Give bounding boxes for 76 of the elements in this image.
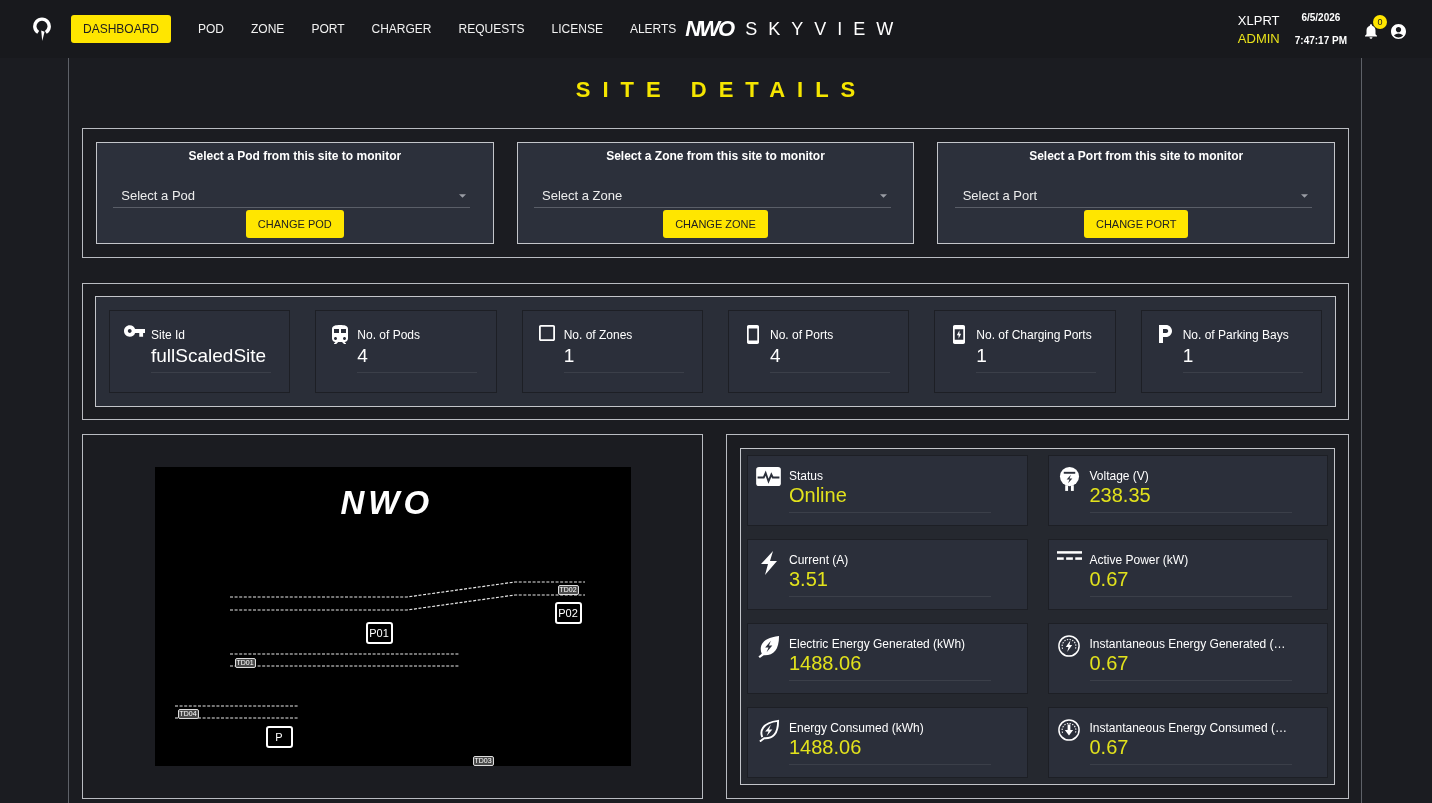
stat-value: 1 [563, 345, 684, 373]
metric-value: 238.35 [1089, 484, 1292, 513]
stat-value: 4 [770, 345, 890, 373]
stat-label: No. of Zones [563, 328, 634, 342]
account-icon[interactable] [1391, 23, 1406, 39]
user-name: XLPRT [1237, 12, 1280, 28]
page-title: SITE DETAILS [574, 76, 868, 103]
time-text: 7:47:17 PM [1294, 34, 1347, 47]
metric-label: Current (A) [789, 553, 850, 567]
metric-label: Voltage (V) [1089, 469, 1150, 483]
caret-icon [459, 193, 467, 198]
nav-tab[interactable]: LICENSE [551, 15, 603, 43]
lightning-bolt-icon [759, 551, 778, 575]
stat-value: 1 [1182, 345, 1303, 373]
caret-icon [1300, 193, 1308, 198]
stat-value: 4 [357, 345, 478, 373]
selector-title: Select a Zone from this site to monitor [606, 149, 825, 163]
selector-title: Select a Port from this site to monitor [1029, 149, 1244, 163]
logo-icon[interactable] [33, 17, 51, 41]
brand-logo: NWO [685, 18, 734, 40]
key-icon [123, 325, 145, 337]
selector-title: Select a Pod from this site to monitor [188, 149, 402, 163]
select-dropdown[interactable]: Select a Zone [534, 184, 891, 208]
caret-icon [880, 193, 887, 198]
metric-value: Online [789, 484, 991, 513]
stat-value: fullScaledSite [151, 345, 271, 373]
metric-label: Instantaneous Energy Consumed (… [1089, 721, 1288, 735]
metric-label: Status [789, 469, 825, 483]
metric-label: Instantaneous Energy Generated (… [1089, 637, 1287, 651]
brand-name: SKYVIEW [745, 20, 905, 38]
map-marker[interactable]: P01 [365, 622, 393, 644]
plug-bolt-icon [1058, 467, 1080, 491]
metric-value: 1488.06 [789, 652, 991, 681]
heartbeat-monitor-icon [756, 467, 781, 486]
nav-tab[interactable]: ZONE [251, 15, 285, 43]
metric-value: 0.67 [1089, 736, 1292, 765]
metric-label: Active Power (kW) [1089, 553, 1190, 567]
parking-icon [1159, 325, 1173, 343]
user-role: ADMIN [1237, 30, 1280, 46]
smartphone-icon [747, 325, 759, 344]
gauge-arrow-down-icon [1058, 719, 1080, 741]
dc-power-icon [1056, 551, 1082, 560]
nav-tab[interactable]: REQUESTS [458, 15, 525, 43]
stat-label: No. of Ports [770, 328, 835, 342]
nav-tab[interactable]: PORT [311, 15, 345, 43]
leaf-bolt-icon [757, 635, 780, 658]
change-button[interactable]: CHANGE POD [245, 210, 344, 238]
select-dropdown[interactable]: Select a Pod [113, 184, 471, 208]
nav-tab[interactable]: POD [198, 15, 225, 43]
notification-badge: 0 [1373, 14, 1387, 29]
bell-icon[interactable] [1365, 23, 1377, 39]
stat-value: 1 [976, 345, 1097, 373]
leaf-bolt-outline-icon [757, 719, 780, 742]
stat-label: Site Id [151, 328, 187, 342]
date-text: 6/5/2026 [1301, 11, 1341, 24]
metric-value: 0.67 [1089, 652, 1292, 681]
change-button[interactable]: CHANGE ZONE [663, 210, 768, 238]
nav-tab[interactable]: CHARGER [371, 15, 432, 43]
stat-label: No. of Parking Bays [1182, 328, 1290, 342]
tram-icon [332, 325, 349, 344]
phone-charging-icon [953, 325, 966, 344]
metric-value: 3.51 [789, 568, 991, 597]
map-marker[interactable]: P02 [554, 602, 582, 624]
map-logo: NWO [340, 486, 434, 519]
stat-label: No. of Charging Ports [976, 328, 1093, 342]
metric-value: 1488.06 [789, 736, 991, 765]
metric-value: 0.67 [1089, 568, 1292, 597]
metric-label: Energy Consumed (kWh) [789, 721, 925, 735]
change-button[interactable]: CHANGE PORT [1083, 210, 1189, 238]
map-marker[interactable]: P [265, 726, 293, 748]
metric-label: Electric Energy Generated (kWh) [789, 637, 967, 651]
gauge-bolt-icon [1058, 635, 1080, 657]
nav-tab[interactable]: ALERTS [629, 15, 677, 43]
select-dropdown[interactable]: Select a Port [954, 184, 1312, 208]
nav-tab[interactable]: DASHBOARD [71, 15, 171, 43]
stat-label: No. of Pods [357, 328, 422, 342]
